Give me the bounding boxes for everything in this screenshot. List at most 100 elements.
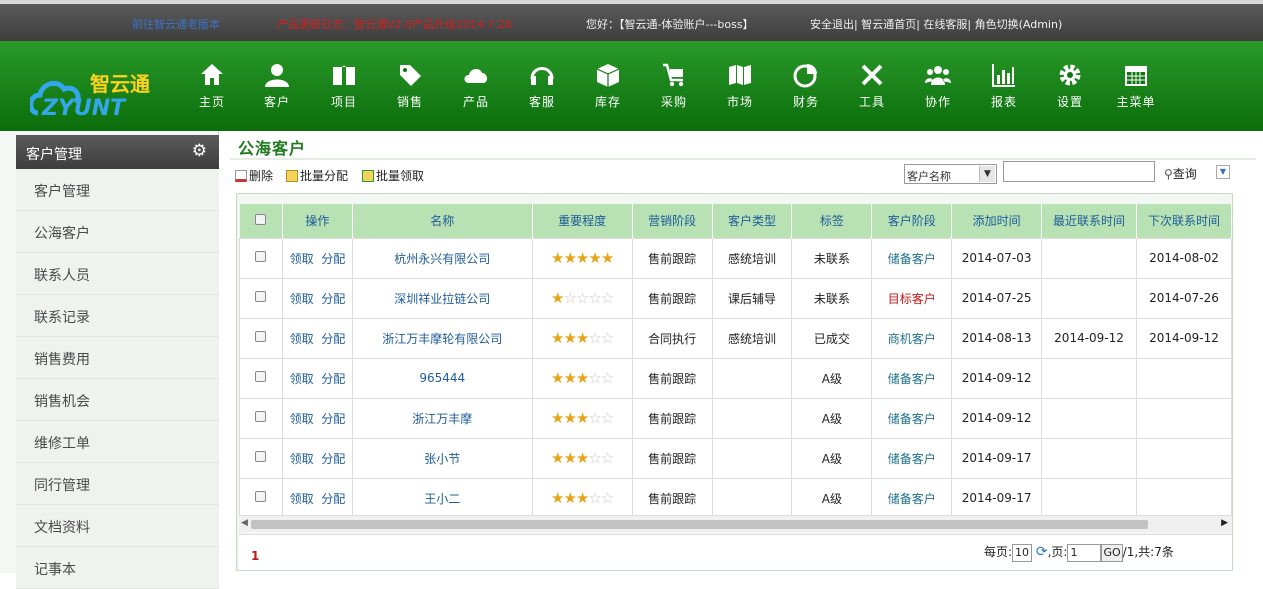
customer-name-link[interactable]: 浙江万丰摩轮有限公司 [351, 317, 533, 359]
customer-type: 课后辅导 [711, 277, 793, 319]
nav-item-group[interactable]: 协作 [912, 61, 964, 110]
select-all-checkbox[interactable] [255, 213, 267, 225]
sidebar-item[interactable]: 记事本 [16, 547, 219, 589]
batch-assign-button[interactable]: 批量分配 [286, 167, 348, 184]
nav-item-gear[interactable]: 设置 [1044, 61, 1096, 110]
column-header[interactable] [239, 204, 283, 238]
claim-link[interactable]: 领取 [290, 332, 314, 346]
assign-link[interactable]: 分配 [321, 452, 345, 466]
update-notice-link[interactable]: 产品更新日志：智云通V2.0产品升级2014.7.26 [277, 16, 512, 32]
sidebar-item[interactable]: 销售费用 [16, 337, 219, 379]
sidebar-item[interactable]: 联系人员 [16, 253, 219, 295]
row-checkbox[interactable] [255, 411, 267, 422]
claim-link[interactable]: 领取 [290, 292, 314, 306]
claim-link[interactable]: 领取 [290, 252, 314, 266]
nav-item-cart[interactable]: 采购 [648, 61, 700, 110]
assign-link[interactable]: 分配 [321, 412, 345, 426]
nav-item-tools[interactable]: 工具 [846, 61, 898, 110]
customer-name-link[interactable]: 杭州永兴有限公司 [351, 237, 533, 279]
old-version-link[interactable]: 前往智云通老版本 [132, 16, 220, 32]
customer-name-link[interactable]: 965444 [351, 357, 533, 399]
nav-item-pie[interactable]: 财务 [780, 61, 832, 110]
nav-item-user[interactable]: 客户 [251, 61, 303, 110]
row-checkbox-cell [239, 477, 283, 519]
customer-type: 感统培训 [711, 317, 793, 359]
nav-item-book[interactable]: 项目 [318, 61, 370, 110]
sidebar-item[interactable]: 销售机会 [16, 379, 219, 421]
page-input[interactable]: 1 [1067, 543, 1102, 562]
batch-claim-button[interactable]: 批量领取 [362, 167, 424, 184]
search-field-select[interactable]: 客户名称 ▼ [904, 164, 997, 184]
column-header[interactable]: 名称 [352, 204, 533, 238]
logo[interactable]: 智云通 ZYUNT [28, 69, 190, 121]
column-header[interactable]: 最近联系时间 [1041, 204, 1137, 238]
claim-link[interactable]: 领取 [290, 492, 314, 506]
row-checkbox[interactable] [255, 331, 267, 342]
assign-link[interactable]: 分配 [321, 492, 345, 506]
sidebar-item[interactable]: 文档资料 [16, 505, 219, 547]
row-checkbox[interactable] [255, 251, 267, 262]
current-page-number[interactable]: 1 [251, 549, 259, 563]
gear-icon[interactable]: ⚙ [192, 141, 207, 161]
customer-name-link[interactable]: 浙江万丰摩 [351, 397, 533, 439]
column-header[interactable]: 下次联系时间 [1136, 204, 1232, 238]
column-header[interactable]: 营销阶段 [632, 204, 713, 238]
nav-item-tag[interactable]: 销售 [384, 61, 436, 110]
customer-name-link[interactable]: 王小二 [351, 477, 533, 519]
nav-item-headset[interactable]: 客服 [516, 61, 568, 110]
sidebar-item[interactable]: 联系记录 [16, 295, 219, 337]
assign-link[interactable]: 分配 [321, 372, 345, 386]
row-checkbox[interactable] [255, 371, 267, 382]
nav-label: 市场 [726, 95, 753, 109]
go-button[interactable]: GO [1101, 543, 1123, 562]
top-links[interactable]: 安全退出| 智云通首页| 在线客服| 角色切换(Admin) [810, 16, 1062, 32]
scroll-right-icon[interactable]: ▶ [1221, 518, 1228, 528]
column-header[interactable]: 客户类型 [712, 204, 793, 238]
nav-item-home[interactable]: 主页 [186, 61, 238, 110]
claim-link[interactable]: 领取 [290, 412, 314, 426]
sidebar-item[interactable]: 客户管理 [16, 169, 219, 211]
table-row[interactable]: 领取 分配 浙江万丰摩 ★★★☆☆ 售前跟踪 A级 储备客户 2014-09-12 [239, 397, 1232, 439]
refresh-icon[interactable]: ⟳ [1036, 544, 1048, 560]
assign-link[interactable]: 分配 [321, 332, 345, 346]
row-checkbox[interactable] [255, 291, 267, 302]
column-header[interactable]: 操作 [282, 204, 353, 238]
sidebar-item[interactable]: 公海客户 [16, 211, 219, 253]
search-button[interactable]: ⚲查询 [1164, 165, 1197, 182]
column-header[interactable]: 重要程度 [532, 204, 633, 238]
column-header[interactable]: 标签 [791, 204, 873, 238]
row-checkbox[interactable] [255, 451, 267, 462]
sidebar-item[interactable]: 维修工单 [16, 421, 219, 463]
nav-item-calendar[interactable]: 主菜单 [1110, 61, 1162, 110]
scroll-left-icon[interactable]: ◀ [241, 518, 248, 528]
search-options-dropdown[interactable]: ▼ [1216, 165, 1230, 179]
star-icons: ★☆☆☆☆ [551, 289, 614, 307]
customer-name-link[interactable]: 深圳祥业拉链公司 [351, 277, 533, 319]
customer-name-link[interactable]: 张小节 [351, 437, 533, 479]
horizontal-scrollbar[interactable]: ◀ ▶ [239, 515, 1232, 532]
search-input[interactable] [1003, 161, 1155, 182]
calendar-icon [1125, 66, 1147, 86]
delete-button[interactable]: 删除 [235, 167, 273, 184]
nav-item-barchart[interactable]: 报表 [978, 61, 1030, 110]
claim-link[interactable]: 领取 [290, 372, 314, 386]
star-icons: ★★★☆☆ [551, 449, 614, 467]
column-header[interactable]: 客户阶段 [871, 204, 953, 238]
table-row[interactable]: 领取 分配 张小节 ★★★☆☆ 售前跟踪 A级 储备客户 2014-09-17 [239, 437, 1232, 479]
scroll-thumb[interactable] [251, 520, 1148, 529]
assign-link[interactable]: 分配 [321, 292, 345, 306]
table-row[interactable]: 领取 分配 深圳祥业拉链公司 ★☆☆☆☆ 售前跟踪 课后辅导 未联系 目标客户 2014-07… [239, 277, 1232, 319]
table-row[interactable]: 领取 分配 965444 ★★★☆☆ 售前跟踪 A级 储备客户 2014-09-12 [239, 357, 1232, 399]
nav-item-box[interactable]: 库存 [582, 61, 634, 110]
table-row[interactable]: 领取 分配 杭州永兴有限公司 ★★★★★ 售前跟踪 感统培训 未联系 储备客户 2014-07… [239, 237, 1232, 279]
row-checkbox[interactable] [255, 491, 267, 502]
sidebar-item[interactable]: 同行管理 [16, 463, 219, 505]
column-header[interactable]: 添加时间 [951, 204, 1043, 238]
table-row[interactable]: 领取 分配 浙江万丰摩轮有限公司 ★★★☆☆ 合同执行 感统培训 已成交 商机客户 2014-… [239, 317, 1232, 359]
table-row[interactable]: 领取 分配 王小二 ★★★☆☆ 售前跟踪 A级 储备客户 2014-09-17 [239, 477, 1232, 519]
assign-link[interactable]: 分配 [321, 252, 345, 266]
nav-item-cloud[interactable]: 产品 [450, 61, 502, 110]
claim-link[interactable]: 领取 [290, 452, 314, 466]
per-page-input[interactable]: 10 [1012, 543, 1033, 562]
nav-item-map[interactable]: 市场 [714, 61, 766, 110]
